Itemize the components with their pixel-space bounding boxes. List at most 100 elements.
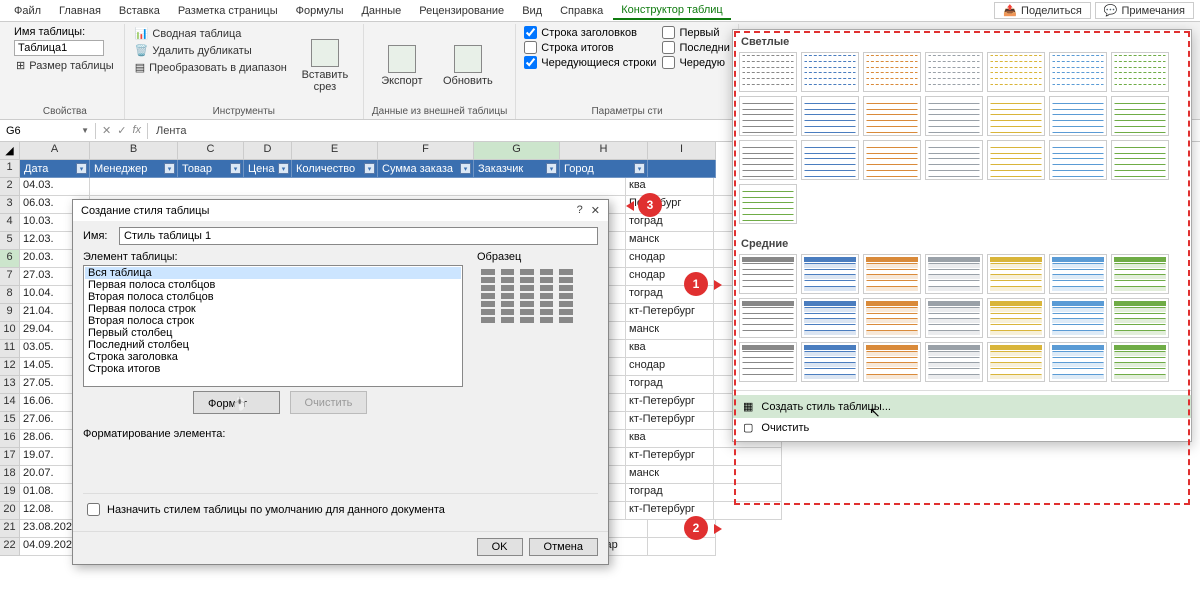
cancel-button[interactable]: Отмена xyxy=(529,538,598,556)
cell[interactable]: ква xyxy=(626,340,714,358)
col-header[interactable]: B xyxy=(90,142,178,160)
row-header[interactable]: 1 xyxy=(0,160,20,178)
table-style-swatch[interactable] xyxy=(739,140,797,180)
table-element-listbox[interactable]: Вся таблицаПервая полоса столбцов Вторая … xyxy=(83,265,463,387)
table-element-item[interactable]: Первая полоса столбцов xyxy=(85,279,461,291)
clear-element-button[interactable]: Очистить xyxy=(290,391,368,414)
filter-icon[interactable]: ▾ xyxy=(164,163,175,174)
menu-home[interactable]: Главная xyxy=(51,3,109,19)
table-style-swatch[interactable] xyxy=(739,298,797,338)
table-style-swatch[interactable] xyxy=(863,254,921,294)
table-style-swatch[interactable] xyxy=(925,342,983,382)
banded-cols-checkbox[interactable]: Чередую xyxy=(662,56,729,69)
resize-table-button[interactable]: ⊞Размер таблицы xyxy=(14,58,116,73)
table-style-swatch[interactable] xyxy=(863,96,921,136)
table-header-cell[interactable]: Заказчик▾ xyxy=(474,160,560,178)
row-header[interactable]: 2 xyxy=(0,178,20,196)
table-style-swatch[interactable] xyxy=(1049,140,1107,180)
row-header[interactable]: 19 xyxy=(0,484,20,502)
table-style-swatch[interactable] xyxy=(1049,342,1107,382)
table-style-swatch[interactable] xyxy=(801,140,859,180)
col-header[interactable]: E xyxy=(292,142,378,160)
table-header-cell[interactable] xyxy=(648,160,716,178)
cell[interactable]: манск xyxy=(626,322,714,340)
menu-pagelayout[interactable]: Разметка страницы xyxy=(170,3,286,19)
table-style-swatch[interactable] xyxy=(863,342,921,382)
export-button[interactable]: Экспорт xyxy=(372,26,432,105)
table-style-swatch[interactable] xyxy=(863,52,921,92)
table-style-swatch[interactable] xyxy=(987,96,1045,136)
table-style-swatch[interactable] xyxy=(1049,96,1107,136)
table-header-cell[interactable]: Сумма заказа▾ xyxy=(378,160,474,178)
table-style-swatch[interactable] xyxy=(987,140,1045,180)
col-header[interactable]: I xyxy=(648,142,716,160)
cell[interactable] xyxy=(714,502,782,520)
col-header[interactable]: G xyxy=(474,142,560,160)
table-style-swatch[interactable] xyxy=(739,52,797,92)
ok-button[interactable]: OK xyxy=(477,538,523,556)
cell[interactable]: снодар xyxy=(626,358,714,376)
table-style-swatch[interactable] xyxy=(801,298,859,338)
col-header[interactable]: D xyxy=(244,142,292,160)
cell[interactable] xyxy=(714,466,782,484)
table-style-swatch[interactable] xyxy=(1049,52,1107,92)
totals-row-checkbox[interactable]: Строка итогов xyxy=(524,41,656,54)
table-element-item[interactable]: Вторая полоса строк xyxy=(85,315,461,327)
menu-formulas[interactable]: Формулы xyxy=(288,3,352,19)
row-header[interactable]: 18 xyxy=(0,466,20,484)
fx-icon[interactable]: fx xyxy=(132,124,141,137)
table-element-item[interactable]: Вся таблица xyxy=(85,267,461,279)
convert-range-button[interactable]: ▤Преобразовать в диапазон xyxy=(133,60,289,75)
cell[interactable]: манск xyxy=(626,466,714,484)
col-header[interactable]: H xyxy=(560,142,648,160)
table-style-swatch[interactable] xyxy=(987,52,1045,92)
table-style-swatch[interactable] xyxy=(925,140,983,180)
table-style-swatch[interactable] xyxy=(739,254,797,294)
table-style-swatch[interactable] xyxy=(801,254,859,294)
enter-fx-icon[interactable]: ✓ xyxy=(117,124,126,137)
table-header-cell[interactable]: Менеджер▾ xyxy=(90,160,178,178)
cell[interactable] xyxy=(714,484,782,502)
col-header[interactable]: A xyxy=(20,142,90,160)
clear-style-menuitem[interactable]: ▢Очистить xyxy=(733,418,1191,437)
table-style-swatch[interactable] xyxy=(863,140,921,180)
table-style-swatch[interactable] xyxy=(863,298,921,338)
table-style-swatch[interactable] xyxy=(925,254,983,294)
last-col-checkbox[interactable]: Последни xyxy=(662,41,729,54)
table-style-swatch[interactable] xyxy=(739,184,797,224)
table-header-cell[interactable]: Цена▾ xyxy=(244,160,292,178)
table-style-swatch[interactable] xyxy=(1049,298,1107,338)
table-element-item[interactable]: Строка заголовка xyxy=(85,351,461,363)
table-header-cell[interactable]: Количество▾ xyxy=(292,160,378,178)
table-style-swatch[interactable] xyxy=(1111,254,1169,294)
table-style-swatch[interactable] xyxy=(739,96,797,136)
table-element-item[interactable]: Первая полоса строк xyxy=(85,303,461,315)
row-header[interactable]: 5 xyxy=(0,232,20,250)
menu-insert[interactable]: Вставка xyxy=(111,3,168,19)
filter-icon[interactable]: ▾ xyxy=(278,163,289,174)
dialog-help-button[interactable]: ? xyxy=(577,204,583,217)
cell[interactable]: кт-Петербург xyxy=(626,412,714,430)
table-header-cell[interactable]: Товар▾ xyxy=(178,160,244,178)
header-row-checkbox[interactable]: Строка заголовков xyxy=(524,26,656,39)
row-header[interactable]: 15 xyxy=(0,412,20,430)
table-style-swatch[interactable] xyxy=(801,96,859,136)
menu-help[interactable]: Справка xyxy=(552,3,611,19)
filter-icon[interactable]: ▾ xyxy=(460,163,471,174)
cell[interactable]: кт-Петербург xyxy=(626,304,714,322)
share-button[interactable]: 📤Поделиться xyxy=(994,2,1090,19)
table-element-item[interactable]: Первый столбец xyxy=(85,327,461,339)
table-style-swatch[interactable] xyxy=(925,298,983,338)
cell[interactable]: тоград xyxy=(626,376,714,394)
select-all-corner[interactable]: ◢ xyxy=(0,142,20,160)
table-style-swatch[interactable] xyxy=(801,52,859,92)
row-header[interactable]: 8 xyxy=(0,286,20,304)
row-header[interactable]: 22 xyxy=(0,538,20,556)
filter-icon[interactable]: ▾ xyxy=(634,163,645,174)
cell[interactable] xyxy=(648,538,716,556)
filter-icon[interactable]: ▾ xyxy=(546,163,557,174)
table-element-item[interactable]: Строка итогов xyxy=(85,363,461,375)
cell[interactable]: тоград xyxy=(626,484,714,502)
row-header[interactable]: 21 xyxy=(0,520,20,538)
row-header[interactable]: 10 xyxy=(0,322,20,340)
